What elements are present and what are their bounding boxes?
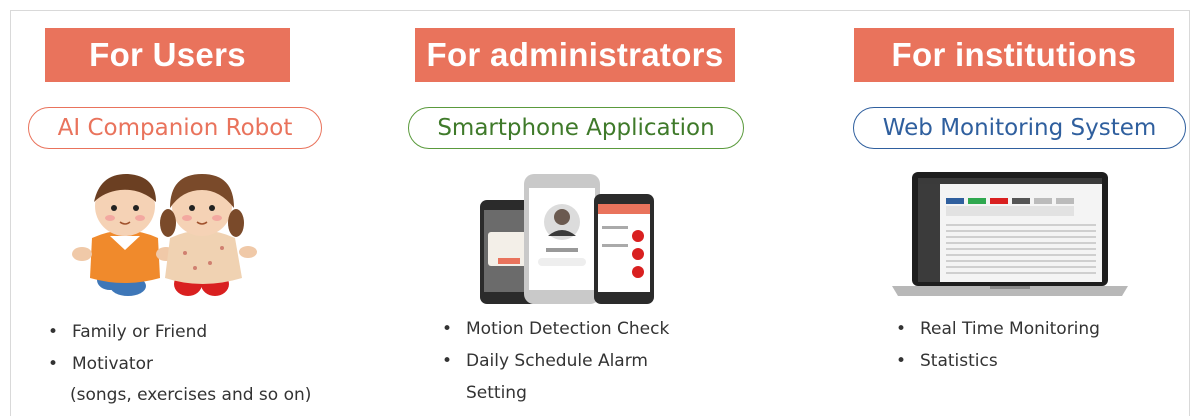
users-bullet-list: • Family or Friend • Motivator: [46, 316, 207, 380]
admins-bullet-list: • Motion Detection Check • Daily Schedule …: [440, 313, 669, 377]
robot-dolls-image: [72, 173, 257, 296]
list-item: • Motivator: [48, 354, 153, 374]
smartphones-image: [480, 174, 654, 304]
institutions-bullet-list: • Real Time Monitoring • Statistics: [894, 313, 1100, 377]
list-item: • Motion Detection Check: [442, 319, 670, 339]
banner-for-administrators: For administrators: [415, 28, 735, 82]
pill-web-monitoring-system: Web Monitoring System: [853, 107, 1186, 149]
pill-ai-companion-robot: AI Companion Robot: [28, 107, 322, 149]
list-item: • Statistics: [896, 351, 998, 371]
list-item: • Real Time Monitoring: [896, 319, 1100, 339]
laptop-image: [892, 172, 1128, 296]
pill-smartphone-application: Smartphone Application: [408, 107, 744, 149]
banner-for-institutions: For institutions: [854, 28, 1174, 82]
list-item: • Family or Friend: [48, 322, 208, 342]
admins-bullet-continuation: Setting: [466, 383, 527, 403]
list-item: • Daily Schedule Alarm: [442, 351, 648, 371]
users-note: (songs, exercises and so on): [70, 385, 312, 405]
banner-for-users: For Users: [45, 28, 290, 82]
